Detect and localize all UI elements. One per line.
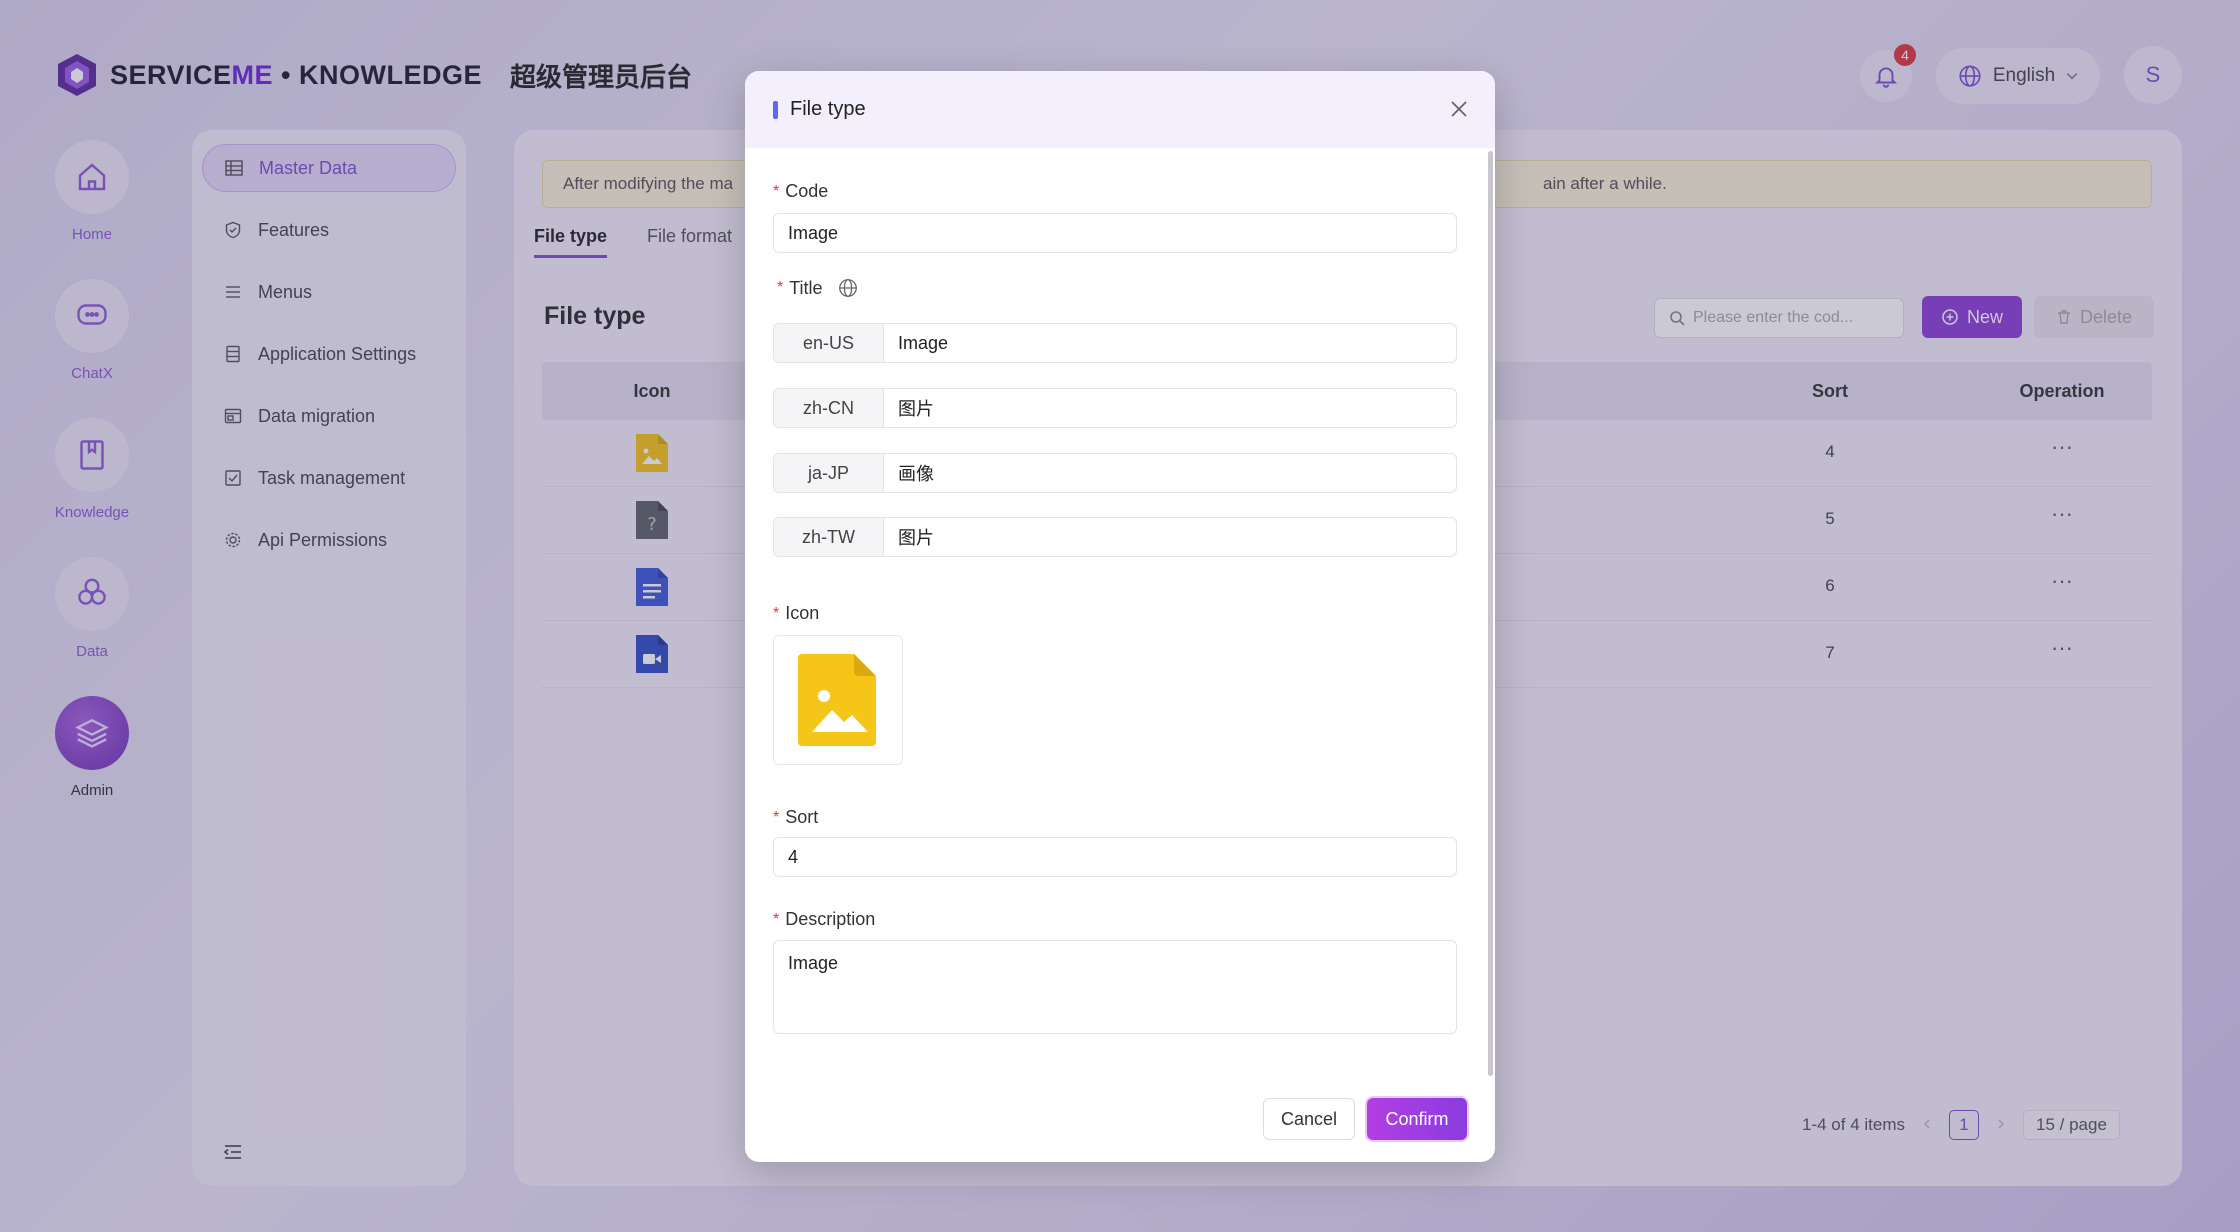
title-en-us-row: en-US Image [773,323,1457,363]
code-input[interactable]: Image [773,213,1457,253]
title-zh-tw-input[interactable]: 图片 [884,518,1456,556]
sort-input[interactable]: 4 [773,837,1457,877]
confirm-button[interactable]: Confirm [1367,1098,1467,1140]
lang-code-zh-tw: zh-TW [774,518,884,556]
title-accent-bar [773,100,778,119]
title-label-text: Title [789,277,823,298]
required-mark: * [773,604,780,622]
title-en-us-input[interactable]: Image [884,324,1456,362]
icon-label-text: Icon [785,603,820,623]
required-mark: * [773,182,780,200]
description-textarea[interactable]: Image [773,940,1457,1034]
required-mark: * [773,910,780,928]
dialog-scrollbar[interactable] [1488,151,1493,1076]
title-zh-cn-input[interactable]: 图片 [884,389,1456,427]
globe-icon[interactable] [837,277,859,299]
title-ja-jp-row: ja-JP 画像 [773,453,1457,493]
description-label: * Description [773,909,875,930]
sort-label-text: Sort [785,807,819,827]
icon-label: * Icon [773,603,819,624]
title-ja-jp-input[interactable]: 画像 [884,454,1456,492]
close-icon[interactable] [1445,95,1473,123]
required-mark: * [773,808,780,826]
required-mark: * [777,279,784,296]
icon-upload[interactable] [773,635,903,765]
file-type-dialog: File type * Code Image * Title en-US Ima… [745,71,1495,1162]
image-file-icon [798,654,876,746]
app-root: SERVICEME • KNOWLEDGE 超级管理员后台 4 English … [0,0,2240,1232]
title-label: * Title [777,277,859,299]
lang-code-ja-jp: ja-JP [774,454,884,492]
sort-label: * Sort [773,807,818,828]
lang-code-zh-cn: zh-CN [774,389,884,427]
cancel-button[interactable]: Cancel [1263,1098,1355,1140]
description-label-text: Description [785,909,876,929]
title-zh-tw-row: zh-TW 图片 [773,517,1457,557]
dialog-title: File type [790,98,866,120]
lang-code-en-us: en-US [774,324,884,362]
code-label: * Code [773,181,828,202]
code-label-text: Code [785,181,829,201]
title-zh-cn-row: zh-CN 图片 [773,388,1457,428]
dialog-header: File type [745,71,1495,148]
